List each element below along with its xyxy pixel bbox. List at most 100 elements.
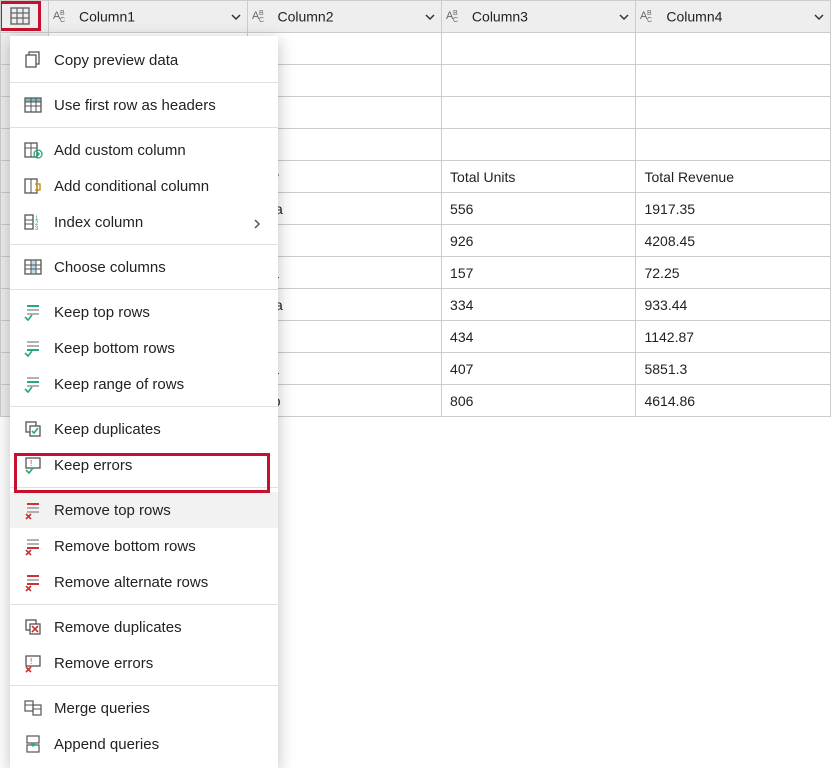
cell[interactable]: 4208.45	[636, 225, 831, 257]
menu-label: Choose columns	[54, 259, 264, 276]
cell[interactable]: 933.44	[636, 289, 831, 321]
column-filter-dropdown[interactable]	[229, 10, 243, 24]
column-header-label: Column3	[472, 9, 528, 25]
menu-keep-errors[interactable]: ! Keep errors	[10, 447, 278, 483]
column-header-3[interactable]: ABC Column3	[442, 1, 636, 33]
cell[interactable]: 334	[442, 289, 636, 321]
menu-keep-duplicates[interactable]: Keep duplicates	[10, 411, 278, 447]
menu-label: Remove alternate rows	[54, 574, 264, 591]
menu-use-first-row-headers[interactable]: Use first row as headers	[10, 87, 278, 123]
table-context-menu: Copy preview data Use first row as heade…	[10, 36, 278, 768]
svg-text:C: C	[60, 17, 65, 23]
remove-errors-icon: !	[22, 652, 44, 674]
table-corner-button[interactable]	[1, 1, 49, 33]
menu-remove-alternate-rows[interactable]: Remove alternate rows	[10, 564, 278, 600]
text-type-icon: ABC	[446, 7, 464, 26]
cell[interactable]: 407	[442, 353, 636, 385]
remove-duplicates-icon	[22, 616, 44, 638]
menu-keep-top-rows[interactable]: Keep top rows	[10, 294, 278, 330]
svg-text:!: !	[30, 459, 32, 468]
keep-range-icon	[22, 373, 44, 395]
menu-label: Keep top rows	[54, 304, 264, 321]
cell[interactable]	[636, 33, 831, 65]
column-filter-dropdown[interactable]	[423, 10, 437, 24]
cell[interactable]: 4614.86	[636, 385, 831, 417]
menu-separator	[10, 685, 278, 686]
table-icon	[10, 7, 30, 25]
keep-bottom-icon	[22, 337, 44, 359]
column-header-1[interactable]: ABC Column1	[49, 1, 247, 33]
svg-text:3: 3	[35, 226, 39, 232]
menu-merge-queries[interactable]: Merge queries	[10, 690, 278, 726]
menu-index-column[interactable]: 123 Index column	[10, 204, 278, 240]
menu-label: Copy preview data	[54, 52, 264, 69]
menu-separator	[10, 127, 278, 128]
svg-text:C: C	[453, 17, 458, 23]
cell[interactable]: 1142.87	[636, 321, 831, 353]
svg-text:!: !	[30, 657, 32, 666]
cell[interactable]	[442, 97, 636, 129]
column-filter-dropdown[interactable]	[812, 10, 826, 24]
menu-label: Keep duplicates	[54, 421, 264, 438]
remove-bottom-icon	[22, 535, 44, 557]
menu-remove-bottom-rows[interactable]: Remove bottom rows	[10, 528, 278, 564]
menu-remove-top-rows[interactable]: Remove top rows	[10, 492, 278, 528]
append-queries-icon	[22, 733, 44, 755]
menu-label: Keep range of rows	[54, 376, 264, 393]
menu-separator	[10, 244, 278, 245]
column-filter-dropdown[interactable]	[617, 10, 631, 24]
column-header-2[interactable]: ABC Column2	[247, 1, 441, 33]
submenu-arrow-icon	[252, 216, 264, 228]
svg-text:C: C	[259, 17, 264, 23]
cell[interactable]	[636, 97, 831, 129]
keep-top-icon	[22, 301, 44, 323]
svg-text:B: B	[647, 10, 652, 17]
index-column-icon: 123	[22, 211, 44, 233]
conditional-column-icon	[22, 175, 44, 197]
menu-label: Merge queries	[54, 700, 264, 717]
menu-keep-range-rows[interactable]: Keep range of rows	[10, 366, 278, 402]
cell[interactable]: 72.25	[636, 257, 831, 289]
cell[interactable]	[442, 65, 636, 97]
custom-column-icon	[22, 139, 44, 161]
cell[interactable]: Total Units	[442, 161, 636, 193]
menu-add-conditional-column[interactable]: Add conditional column	[10, 168, 278, 204]
menu-remove-errors[interactable]: ! Remove errors	[10, 645, 278, 681]
cell[interactable]: 5851.3	[636, 353, 831, 385]
menu-label: Add custom column	[54, 142, 264, 159]
keep-errors-icon: !	[22, 454, 44, 476]
menu-copy-preview-data[interactable]: Copy preview data	[10, 42, 278, 78]
cell[interactable]: 1917.35	[636, 193, 831, 225]
cell[interactable]	[442, 33, 636, 65]
menu-label: Remove errors	[54, 655, 264, 672]
cell[interactable]: 926	[442, 225, 636, 257]
cell[interactable]: 434	[442, 321, 636, 353]
merge-queries-icon	[22, 697, 44, 719]
menu-label: Keep errors	[54, 457, 264, 474]
menu-label: Index column	[54, 214, 252, 231]
cell[interactable]: Total Revenue	[636, 161, 831, 193]
column-header-4[interactable]: ABC Column4	[636, 1, 831, 33]
cell[interactable]: 806	[442, 385, 636, 417]
cell[interactable]: 556	[442, 193, 636, 225]
menu-label: Add conditional column	[54, 178, 264, 195]
cell[interactable]	[636, 129, 831, 161]
menu-remove-duplicates[interactable]: Remove duplicates	[10, 609, 278, 645]
menu-separator	[10, 487, 278, 488]
remove-top-icon	[22, 499, 44, 521]
choose-columns-icon	[22, 256, 44, 278]
menu-label: Remove duplicates	[54, 619, 264, 636]
cell[interactable]	[442, 129, 636, 161]
menu-add-custom-column[interactable]: Add custom column	[10, 132, 278, 168]
text-type-icon: ABC	[252, 7, 270, 26]
menu-append-queries[interactable]: Append queries	[10, 726, 278, 762]
cell[interactable]	[636, 65, 831, 97]
text-type-icon: ABC	[640, 7, 658, 26]
cell[interactable]: 157	[442, 257, 636, 289]
table-header-icon	[22, 94, 44, 116]
menu-label: Use first row as headers	[54, 97, 264, 114]
column-header-label: Column4	[666, 9, 722, 25]
menu-choose-columns[interactable]: Choose columns	[10, 249, 278, 285]
menu-keep-bottom-rows[interactable]: Keep bottom rows	[10, 330, 278, 366]
svg-text:B: B	[259, 10, 264, 17]
